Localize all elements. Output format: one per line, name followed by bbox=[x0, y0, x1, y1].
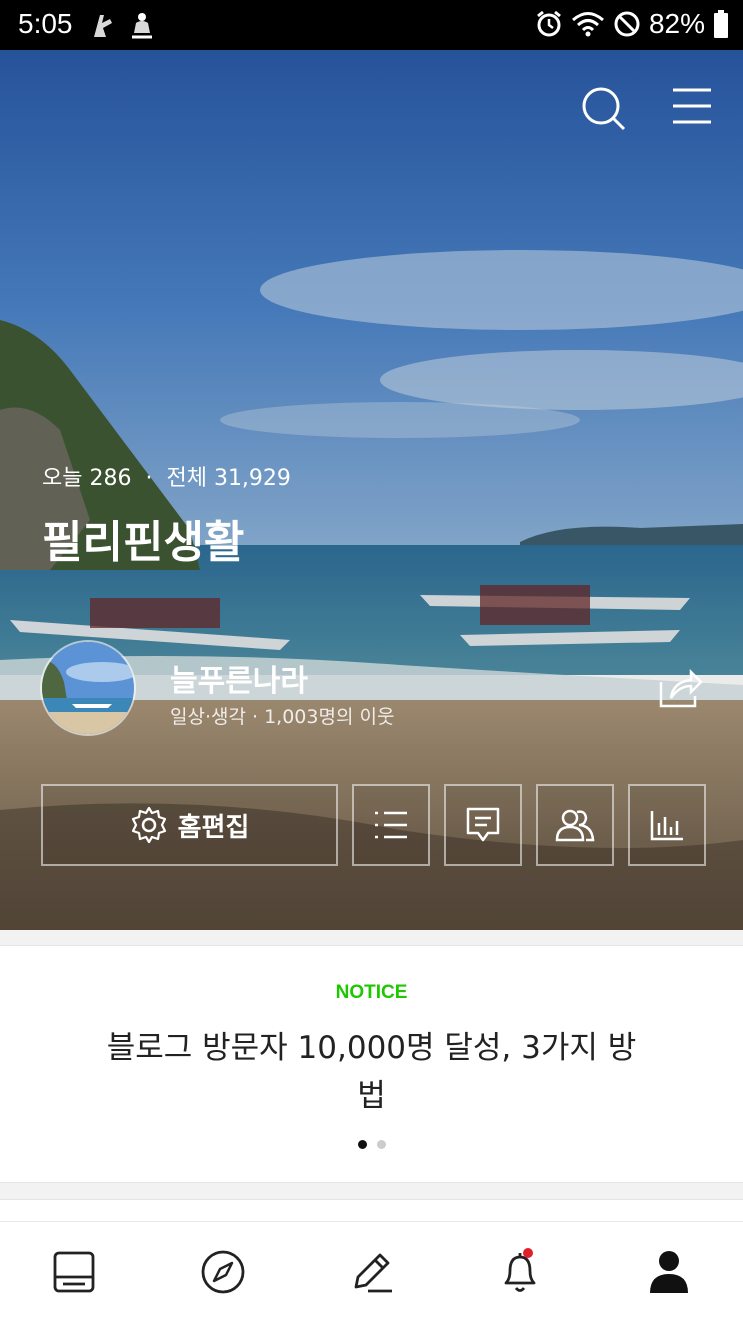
list-icon bbox=[375, 811, 407, 839]
blogger-subtitle: 일상·생각 · 1,003명의 이웃 bbox=[170, 706, 395, 728]
notification-badge bbox=[522, 1248, 533, 1258]
carousel-dot-2[interactable] bbox=[376, 1140, 386, 1149]
battery-percent: 82% bbox=[648, 8, 705, 39]
nav-write[interactable] bbox=[297, 1222, 446, 1321]
avatar-image bbox=[42, 642, 134, 734]
share-icon[interactable] bbox=[659, 668, 703, 708]
section-divider bbox=[0, 930, 743, 946]
post-list-button[interactable] bbox=[352, 784, 430, 866]
status-time: 5:05 bbox=[18, 8, 73, 39]
nav-explore[interactable] bbox=[149, 1222, 298, 1321]
notice-label: NOTICE bbox=[335, 982, 408, 1003]
menu-icon[interactable] bbox=[671, 86, 713, 126]
blog-title: 필리핀생활 bbox=[42, 517, 245, 568]
carousel-dot-1[interactable] bbox=[357, 1140, 367, 1149]
today-count: 오늘 286 bbox=[42, 466, 132, 491]
download-icon bbox=[132, 13, 152, 39]
neighbors-button[interactable] bbox=[536, 784, 614, 866]
write-icon bbox=[355, 1253, 393, 1292]
stats-separator: · bbox=[145, 466, 153, 491]
nav-profile[interactable] bbox=[594, 1222, 743, 1321]
compass-icon bbox=[201, 1250, 245, 1293]
notice-title[interactable]: 블로그 방문자 10,000명 달성, 3가지 방법 bbox=[100, 1024, 643, 1120]
bottom-navigation bbox=[0, 1221, 743, 1321]
guestbook-button[interactable] bbox=[444, 784, 522, 866]
nav-feed[interactable] bbox=[0, 1222, 149, 1321]
carousel-indicator bbox=[0, 1140, 743, 1149]
battery-icon bbox=[714, 10, 728, 38]
people-icon bbox=[555, 809, 595, 842]
avatar[interactable] bbox=[40, 640, 136, 736]
total-count: 전체 31,929 bbox=[166, 466, 291, 491]
profile-icon bbox=[649, 1250, 688, 1293]
notice-banner[interactable]: NOTICE 블로그 방문자 10,000명 달성, 3가지 방법 bbox=[0, 946, 743, 1182]
do-not-disturb-icon bbox=[614, 11, 640, 37]
blog-cover: 오늘 286 · 전체 31,929 필리핀생활 늘푸른나라 일상·생각 · 1,0… bbox=[0, 50, 743, 930]
notification-icon bbox=[94, 15, 112, 37]
gear-icon bbox=[131, 806, 166, 844]
feed-icon bbox=[53, 1251, 95, 1292]
statistics-button[interactable] bbox=[628, 784, 706, 866]
blogger-nickname[interactable]: 늘푸른나라 bbox=[170, 656, 308, 700]
status-bar: 5:05 82% bbox=[0, 0, 743, 50]
section-divider-2 bbox=[0, 1182, 743, 1200]
visitor-stats: 오늘 286 · 전체 31,929 bbox=[42, 460, 291, 492]
search-icon[interactable] bbox=[581, 86, 627, 132]
bar-chart-icon bbox=[650, 811, 683, 841]
edit-home-button[interactable]: 홈편집 bbox=[41, 784, 338, 866]
nav-notifications[interactable] bbox=[446, 1222, 595, 1321]
comment-icon bbox=[466, 807, 500, 842]
bell-icon bbox=[504, 1252, 536, 1292]
edit-home-label: 홈편집 bbox=[177, 812, 250, 843]
wifi-icon bbox=[571, 12, 604, 37]
alarm-icon bbox=[537, 10, 561, 37]
